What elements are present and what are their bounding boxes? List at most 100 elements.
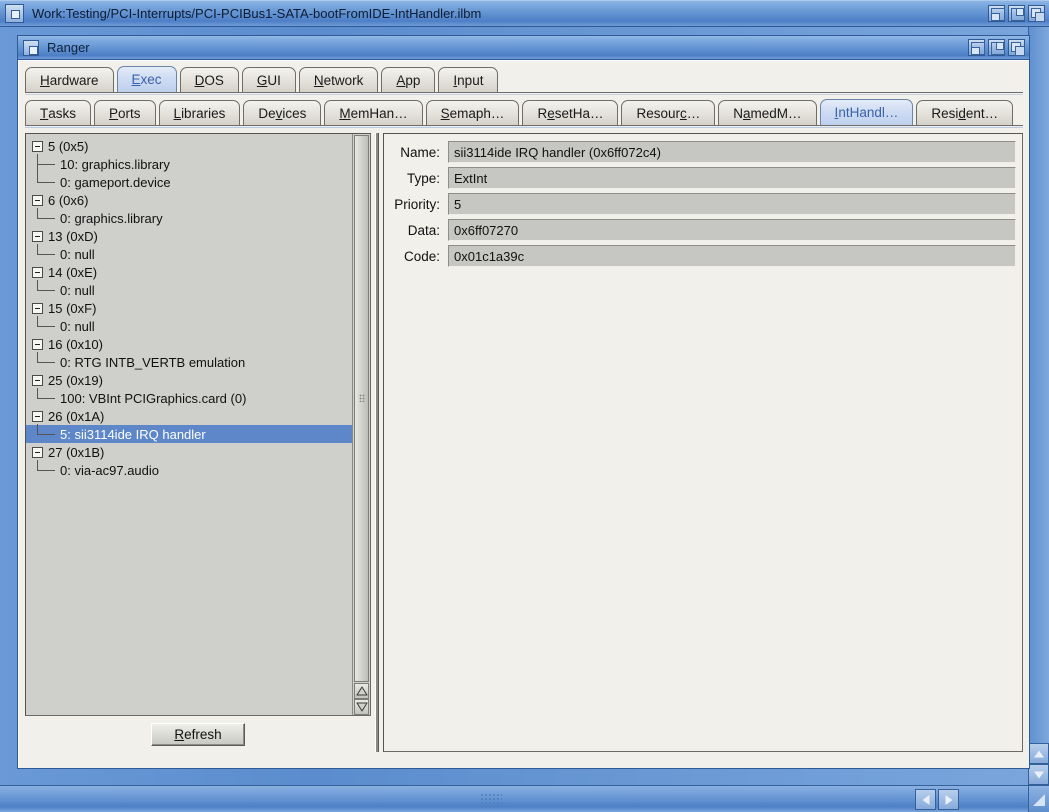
tab-hardware[interactable]: Hardware [25,67,114,92]
detail-row-type: Type: ExtInt [390,166,1016,190]
resize-handle[interactable] [1028,785,1049,812]
tab-app[interactable]: App [381,67,436,92]
tree-item[interactable]: 15 (0xF) [26,299,352,317]
refresh-button[interactable]: Refresh [151,722,245,746]
tab-label-pre: R [537,105,548,121]
tab-dos[interactable]: D OS [179,67,239,92]
tab-libraries[interactable]: Libraries [158,100,241,125]
collapse-icon[interactable] [32,410,43,422]
interrupt-tree[interactable]: 5 (0x5) 10: graphics.library 0: gameport.d… [26,134,352,715]
tab-resetha[interactable]: Re setHa… [522,100,619,125]
tree-item[interactable]: 0: RTG INTB_VERTB emulation [26,352,352,371]
tree-item[interactable]: 25 (0x19) [26,371,352,389]
arrow-up-icon[interactable] [1028,743,1049,764]
tab-label-post: setHa… [554,105,604,121]
tree-item[interactable]: 0: null [26,316,352,335]
tab-inthandl[interactable]: IntHandl… [819,99,914,125]
collapse-icon[interactable] [32,302,43,314]
tab-tasks[interactable]: Tasks [25,100,92,125]
tab-network[interactable]: Network [298,67,379,92]
close-icon[interactable] [23,39,39,56]
ranger-titlebar[interactable]: Ranger [18,36,1029,60]
collapse-icon[interactable] [32,266,43,278]
tree-item[interactable]: 13 (0xD) [26,227,352,245]
detail-value[interactable]: 5 [448,193,1016,215]
tree-item[interactable]: 0: null [26,280,352,299]
tree-item[interactable]: 14 (0xE) [26,263,352,281]
scroll-grip-icon [358,393,365,402]
arrow-left-icon[interactable] [915,789,936,810]
tree-item[interactable]: 5 (0x5) [26,137,352,155]
outer-window-titlebar[interactable]: Work:Testing/PCI-Interrupts/PCI-PCIBus1-… [0,0,1049,27]
arrow-down-glyph [356,702,367,712]
interrupt-details-pane: Name: sii3114ide IRQ handler (0x6ff072c4)… [383,133,1023,752]
tab-gui[interactable]: G UI [241,67,296,92]
secondary-tab-underline [25,125,1023,128]
detail-label: Data: [407,222,440,238]
tab-mnemonic: L [173,105,182,121]
front-gadget-icon[interactable] [1008,39,1025,56]
detail-value[interactable]: sii3114ide IRQ handler (0x6ff072c4) [448,141,1016,163]
arrow-down-icon[interactable] [1028,764,1049,785]
interrupt-list-column: 5 (0x5) 10: graphics.library 0: gameport.d… [25,133,371,752]
tab-exec[interactable]: Exec [116,66,177,92]
arrow-up-icon[interactable] [354,683,369,699]
tab-devices[interactable]: De v ices [243,100,322,125]
collapse-icon[interactable] [32,140,43,152]
outer-horizontal-scrollbar[interactable] [0,785,1049,812]
tab-memhan[interactable]: MemHan… [324,100,423,125]
collapse-icon[interactable] [32,446,43,458]
tree-item[interactable]: 0: null [26,244,352,263]
depth-gadget-icon[interactable] [988,5,1005,22]
tree-item-selected[interactable]: 5: sii3114ide IRQ handler [26,424,352,443]
ranger-content: Hardware Exec D OS G UI Network App Input Tasks P… [18,60,1029,768]
tab-label-post: ibraries [181,105,226,121]
arrow-right-icon[interactable] [938,789,959,810]
collapse-icon[interactable] [32,374,43,386]
tree-vertical-scrollbar[interactable] [352,134,370,715]
tab-mnemonic: T [40,105,49,121]
tree-item[interactable]: 0: via-ac97.audio [26,460,352,479]
tree-item[interactable]: 10: graphics.library [26,154,352,173]
detail-value[interactable]: ExtInt [448,167,1016,189]
refresh-bar: Refresh [25,716,371,752]
detail-label: Priority: [394,196,440,212]
tab-mnemonic: a [743,105,751,121]
collapse-icon[interactable] [32,338,43,350]
tree-item[interactable]: 0: graphics.library [26,208,352,227]
outer-vertical-scrollbar[interactable] [1028,27,1049,785]
tree-item[interactable]: 100: VBInt PCIGraphics.card (0) [26,388,352,407]
tree-item[interactable]: 27 (0x1B) [26,443,352,461]
arrow-down-icon[interactable] [354,699,369,715]
zoom-gadget-icon[interactable] [1008,5,1025,22]
tab-input[interactable]: Input [438,67,499,92]
detail-value[interactable]: 0x6ff07270 [448,219,1016,241]
tree-item[interactable]: 6 (0x6) [26,191,352,209]
tab-ports[interactable]: Ports [94,100,156,125]
tab-mnemonic: P [109,105,119,121]
collapse-icon[interactable] [32,230,43,242]
tab-label-post: UI [267,72,281,88]
tab-semaph[interactable]: Semaph… [425,100,520,125]
panel-splitter[interactable] [371,133,383,752]
tree-item-label: 25 (0x19) [48,372,103,388]
tab-namedm[interactable]: Na medM… [718,100,817,125]
tab-label-post: etwork [323,72,364,88]
primary-tab-underline [25,92,1023,95]
tree-item[interactable]: 0: gameport.device [26,172,352,191]
ranger-footer [25,752,1023,762]
tree-item-label: 16 (0x10) [48,336,103,352]
zoom-gadget-icon[interactable] [988,39,1005,56]
tab-resident[interactable]: Resi d ent… [916,100,1014,125]
tree-item[interactable]: 26 (0x1A) [26,407,352,425]
close-icon[interactable] [5,4,24,23]
tree-item-label: 0: null [60,282,95,298]
tree-item[interactable]: 16 (0x10) [26,335,352,353]
tab-label-post: asks [48,105,77,121]
depth-gadget-icon[interactable] [968,39,985,56]
tree-scroll-track[interactable] [354,135,369,682]
front-gadget-icon[interactable] [1028,5,1045,22]
collapse-icon[interactable] [32,194,43,206]
tab-resourc[interactable]: Resour c… [621,100,716,125]
detail-value[interactable]: 0x01c1a39c [448,245,1016,267]
